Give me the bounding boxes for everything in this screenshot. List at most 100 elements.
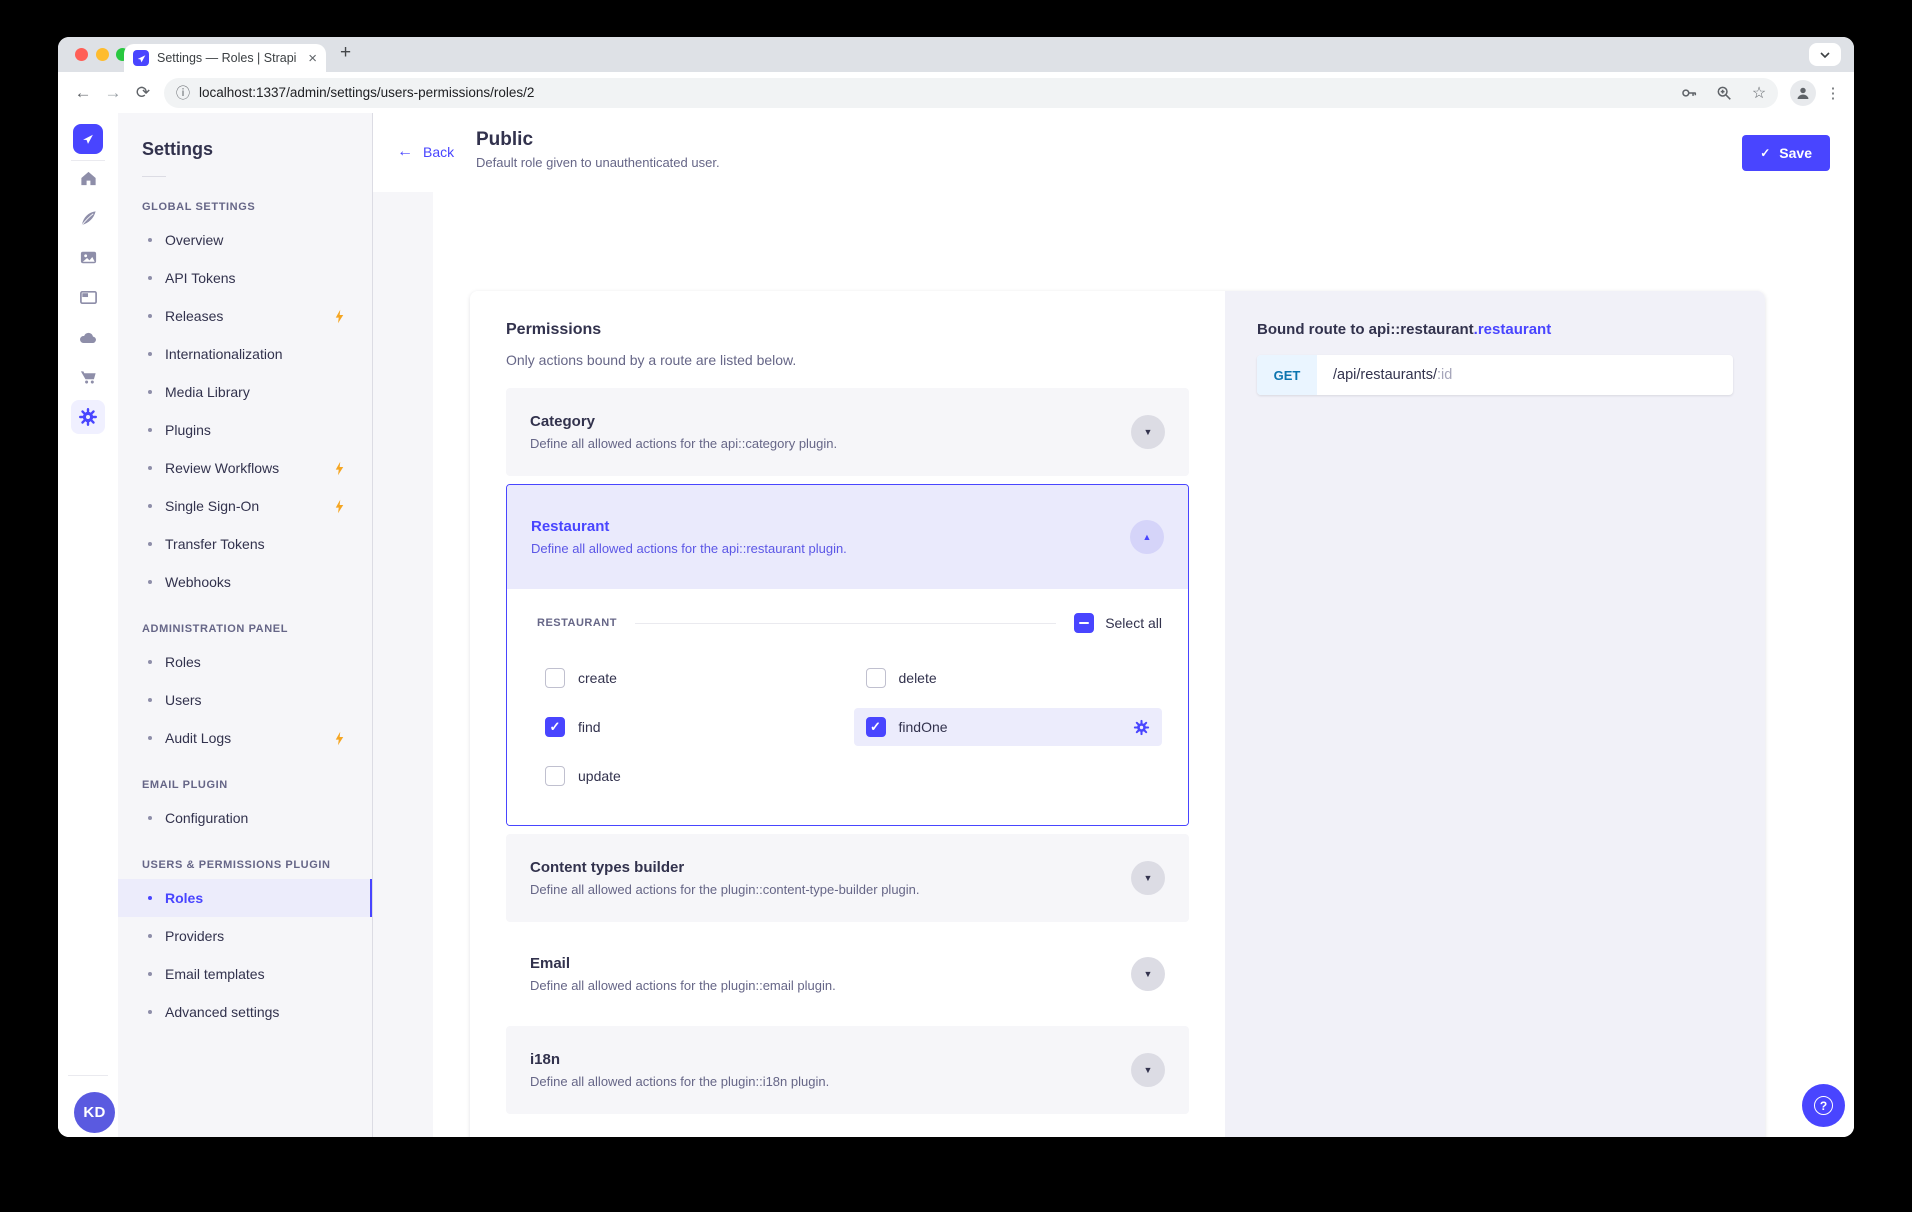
site-info-icon[interactable]: ⓘ bbox=[176, 83, 190, 103]
tab-title: Settings — Roles | Strapi bbox=[157, 51, 300, 65]
find-checkbox[interactable]: ✓ bbox=[545, 717, 565, 737]
page-subtitle: Default role given to unauthenticated us… bbox=[476, 155, 720, 170]
sidebar-item-media-library[interactable]: Media Library bbox=[118, 373, 372, 411]
sidebar-item-api-tokens[interactable]: API Tokens bbox=[118, 259, 372, 297]
group-divider bbox=[635, 623, 1056, 624]
update-checkbox[interactable] bbox=[545, 766, 565, 786]
icon-rail: KD bbox=[58, 113, 118, 1137]
accordion-content-types-builder[interactable]: Content types builder Define all allowed… bbox=[506, 834, 1189, 922]
strapi-logo[interactable] bbox=[73, 124, 103, 154]
accordion-category[interactable]: Category Define all allowed actions for … bbox=[506, 388, 1189, 476]
create-checkbox[interactable] bbox=[545, 668, 565, 688]
sidebar-item-admin-users[interactable]: Users bbox=[118, 681, 372, 719]
accordion-title: Restaurant bbox=[531, 518, 847, 535]
content-manager-feather-icon[interactable] bbox=[58, 200, 118, 236]
tab-search-chevron-icon[interactable] bbox=[1809, 43, 1841, 66]
accordion-restaurant-header[interactable]: Restaurant Define all allowed actions fo… bbox=[507, 485, 1188, 589]
subnav-divider bbox=[142, 176, 166, 177]
save-button[interactable]: ✓ Save bbox=[1742, 135, 1830, 171]
select-all-checkbox[interactable] bbox=[1074, 613, 1094, 633]
caret-up-icon: ▲ bbox=[1143, 532, 1152, 542]
findone-settings-gear-icon[interactable] bbox=[1133, 719, 1150, 736]
url-text[interactable]: localhost:1337/admin/settings/users-perm… bbox=[199, 85, 1667, 100]
sidebar-item-email-templates[interactable]: Email templates bbox=[118, 955, 372, 993]
sidebar-item-webhooks[interactable]: Webhooks bbox=[118, 563, 372, 601]
accordion-i18n[interactable]: i18n Define all allowed actions for the … bbox=[506, 1026, 1189, 1114]
back-link[interactable]: ← Back bbox=[397, 143, 454, 161]
subnav-title: Settings bbox=[118, 113, 372, 160]
action-update[interactable]: update bbox=[533, 757, 842, 795]
reload-icon[interactable]: ⟳ bbox=[128, 78, 158, 108]
check-icon: ✓ bbox=[1760, 146, 1770, 160]
marketplace-cart-icon[interactable] bbox=[58, 359, 118, 395]
sidebar-item-providers[interactable]: Providers bbox=[118, 917, 372, 955]
back-arrow-icon: ← bbox=[397, 143, 413, 161]
password-key-icon[interactable] bbox=[1676, 80, 1702, 106]
question-mark-icon: ? bbox=[1814, 1096, 1833, 1115]
zoom-page-icon[interactable] bbox=[1711, 80, 1737, 106]
address-bar[interactable]: ⓘ localhost:1337/admin/settings/users-pe… bbox=[164, 78, 1778, 108]
close-tab-icon[interactable]: × bbox=[308, 51, 317, 66]
delete-checkbox[interactable] bbox=[866, 668, 886, 688]
bullet-icon bbox=[148, 660, 152, 664]
bullet-icon bbox=[148, 1010, 152, 1014]
tab-strip: Settings — Roles | Strapi × + bbox=[58, 37, 1854, 72]
findone-checkbox[interactable]: ✓ bbox=[866, 717, 886, 737]
action-findone[interactable]: ✓ findOne bbox=[854, 708, 1163, 746]
bullet-icon bbox=[148, 698, 152, 702]
bookmark-star-icon[interactable]: ☆ bbox=[1746, 80, 1772, 106]
sidebar-item-internationalization[interactable]: Internationalization bbox=[118, 335, 372, 373]
sidebar-item-single-sign-on[interactable]: Single Sign-On bbox=[118, 487, 372, 525]
action-find[interactable]: ✓ find bbox=[533, 708, 842, 746]
route-box[interactable]: GET /api/restaurants/:id bbox=[1257, 355, 1733, 395]
accordion-title: i18n bbox=[530, 1051, 829, 1068]
close-window-button[interactable] bbox=[75, 48, 88, 61]
accordion-desc: Define all allowed actions for the plugi… bbox=[530, 978, 836, 993]
new-tab-button[interactable]: + bbox=[340, 42, 351, 64]
expand-toggle-button[interactable]: ▼ bbox=[1131, 957, 1165, 991]
collapse-toggle-button[interactable]: ▲ bbox=[1130, 520, 1164, 554]
minimize-window-button[interactable] bbox=[96, 48, 109, 61]
accordion-restaurant-expanded: Restaurant Define all allowed actions fo… bbox=[506, 484, 1189, 826]
bullet-icon bbox=[148, 314, 152, 318]
sidebar-item-releases[interactable]: Releases bbox=[118, 297, 372, 335]
home-icon[interactable] bbox=[58, 160, 118, 196]
sidebar-item-admin-roles[interactable]: Roles bbox=[118, 643, 372, 681]
permissions-section: Permissions Only actions bound by a rout… bbox=[470, 291, 1225, 1137]
bullet-icon bbox=[148, 238, 152, 242]
section-users-permissions-plugin: USERS & PERMISSIONS PLUGIN bbox=[118, 837, 372, 879]
bullet-icon bbox=[148, 896, 152, 900]
action-delete[interactable]: delete bbox=[854, 659, 1163, 697]
sidebar-item-review-workflows[interactable]: Review Workflows bbox=[118, 449, 372, 487]
help-button[interactable]: ? bbox=[1802, 1084, 1845, 1127]
browser-menu-icon[interactable]: ⋮ bbox=[1822, 80, 1844, 106]
sidebar-item-transfer-tokens[interactable]: Transfer Tokens bbox=[118, 525, 372, 563]
content-type-builder-icon[interactable] bbox=[58, 279, 118, 315]
sidebar-item-overview[interactable]: Overview bbox=[118, 221, 372, 259]
settings-gear-icon[interactable] bbox=[71, 400, 105, 434]
sidebar-item-advanced-settings[interactable]: Advanced settings bbox=[118, 993, 372, 1031]
sidebar-item-up-roles[interactable]: Roles bbox=[118, 879, 372, 917]
accordion-desc: Define all allowed actions for the plugi… bbox=[530, 882, 920, 897]
accordion-desc: Define all allowed actions for the plugi… bbox=[530, 1074, 829, 1089]
expand-toggle-button[interactable]: ▼ bbox=[1131, 1053, 1165, 1087]
sidebar-item-configuration[interactable]: Configuration bbox=[118, 799, 372, 837]
back-icon[interactable]: ← bbox=[68, 78, 98, 108]
forward-icon[interactable]: → bbox=[98, 78, 128, 108]
accordion-list: Category Define all allowed actions for … bbox=[506, 388, 1189, 1137]
browser-tab[interactable]: Settings — Roles | Strapi × bbox=[124, 44, 326, 72]
expand-toggle-button[interactable]: ▼ bbox=[1131, 415, 1165, 449]
sidebar-item-audit-logs[interactable]: Audit Logs bbox=[118, 719, 372, 757]
action-checkbox-grid: create delete ✓ find bbox=[533, 659, 1162, 795]
accordion-upload[interactable]: Upload ▼ bbox=[506, 1122, 1189, 1137]
deploy-cloud-icon[interactable] bbox=[58, 320, 118, 356]
user-avatar[interactable]: KD bbox=[74, 1092, 115, 1133]
browser-profile-avatar[interactable] bbox=[1790, 80, 1816, 106]
bullet-icon bbox=[148, 466, 152, 470]
sidebar-item-plugins[interactable]: Plugins bbox=[118, 411, 372, 449]
accordion-email[interactable]: Email Define all allowed actions for the… bbox=[506, 930, 1189, 1018]
expand-toggle-button[interactable]: ▼ bbox=[1131, 861, 1165, 895]
section-global-settings: GLOBAL SETTINGS bbox=[118, 179, 372, 221]
action-create[interactable]: create bbox=[533, 659, 842, 697]
media-library-icon[interactable] bbox=[58, 239, 118, 275]
